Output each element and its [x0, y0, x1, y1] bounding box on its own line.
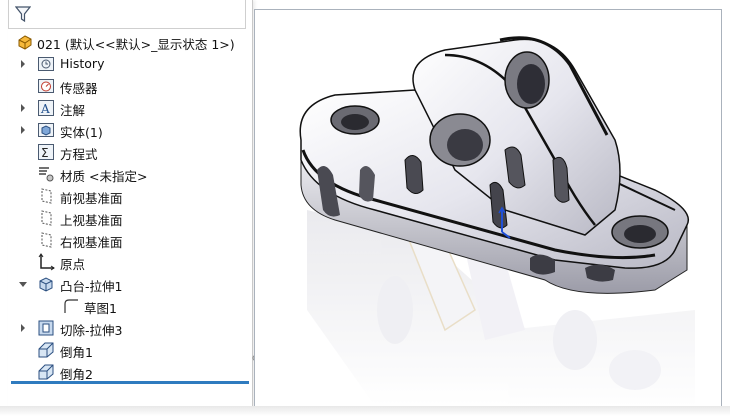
tree-item-cut-extrude3[interactable]: 切除-拉伸3	[8, 317, 244, 339]
tree-item-sketch1[interactable]: 草图1	[8, 295, 244, 317]
extrude-boss-icon	[39, 277, 53, 292]
plane-icon	[41, 188, 52, 204]
tree-item-history[interactable]: History	[8, 53, 244, 75]
tree-item-material[interactable]: 材质 <未指定>	[8, 163, 244, 185]
svg-text:A: A	[40, 102, 50, 116]
solid-bodies-icon	[38, 123, 54, 137]
tree-item-label: 草图1	[84, 301, 117, 316]
plane-icon	[41, 232, 52, 248]
tree-item-label: 注解	[60, 103, 86, 118]
plane-icon	[41, 210, 52, 226]
chamfer-icon	[38, 342, 54, 358]
tree-item-label: 传感器	[60, 81, 98, 96]
tree-item-front-plane[interactable]: 前视基准面	[8, 185, 244, 207]
tree-item-origin[interactable]: 原点	[8, 251, 244, 273]
history-icon	[38, 57, 54, 71]
collapse-arrow-icon[interactable]	[18, 279, 28, 289]
tree-item-label: 原点	[60, 257, 86, 272]
svg-text:Σ: Σ	[41, 146, 49, 160]
part-icon	[18, 35, 32, 50]
extrude-cut-icon	[38, 320, 54, 336]
tree-item-label: 右视基准面	[60, 235, 123, 250]
sensor-icon	[38, 79, 54, 93]
tree-filter-bar[interactable]	[8, 0, 246, 29]
tree-item-label: 实体(1)	[60, 125, 103, 140]
tree-item-label: 切除-拉伸3	[60, 323, 123, 338]
tree-item-solid-bodies[interactable]: 实体(1)	[8, 119, 244, 141]
tree-root-label: 021 (默认<<默认>_显示状态 1>)	[37, 37, 235, 52]
origin-icon	[38, 253, 55, 271]
chamfer-icon	[38, 364, 54, 380]
tree-item-top-plane[interactable]: 上视基准面	[8, 207, 244, 229]
part-3d-model[interactable]	[255, 10, 721, 406]
tree-item-boss-extrude1[interactable]: 凸台-拉伸1	[8, 273, 244, 295]
annotation-icon: A	[38, 100, 54, 116]
tree-item-label: History	[60, 56, 105, 71]
tree-item-chamfer1[interactable]: 倒角1	[8, 339, 244, 361]
sketch-icon	[64, 299, 78, 313]
expand-arrow-icon[interactable]	[18, 323, 28, 333]
tree-root-part[interactable]: 021 (默认<<默认>_显示状态 1>)	[8, 31, 244, 53]
tree-item-equations[interactable]: Σ 方程式	[8, 141, 244, 163]
tree-item-sensors[interactable]: 传感器	[8, 75, 244, 97]
tree-item-label: 方程式	[60, 147, 98, 162]
tree-item-label: 倒角1	[60, 345, 93, 360]
filter-icon[interactable]	[15, 5, 31, 23]
tree-rollback-bar[interactable]	[11, 381, 249, 384]
tree-item-right-plane[interactable]: 右视基准面	[8, 229, 244, 251]
tree-item-annotations[interactable]: A 注解	[8, 97, 244, 119]
tree-item-label: 前视基准面	[60, 191, 123, 206]
equations-icon: Σ	[38, 144, 54, 160]
solidworks-window: 021 (默认<<默认>_显示状态 1>) History 传感器 A 注解 实…	[0, 0, 730, 416]
feature-manager-tree: 021 (默认<<默认>_显示状态 1>) History 传感器 A 注解 实…	[8, 0, 253, 408]
tree-item-label: 上视基准面	[60, 213, 123, 228]
expand-arrow-icon[interactable]	[18, 59, 28, 69]
expand-arrow-icon[interactable]	[18, 125, 28, 135]
tree-item-label: 凸台-拉伸1	[60, 279, 123, 294]
graphics-viewport[interactable]	[254, 9, 722, 407]
material-icon	[39, 167, 54, 182]
window-bottom-shadow	[0, 406, 730, 416]
tree-item-label: 材质 <未指定>	[60, 169, 148, 184]
expand-arrow-icon[interactable]	[18, 103, 28, 113]
tree-item-chamfer2[interactable]: 倒角2	[8, 361, 244, 383]
